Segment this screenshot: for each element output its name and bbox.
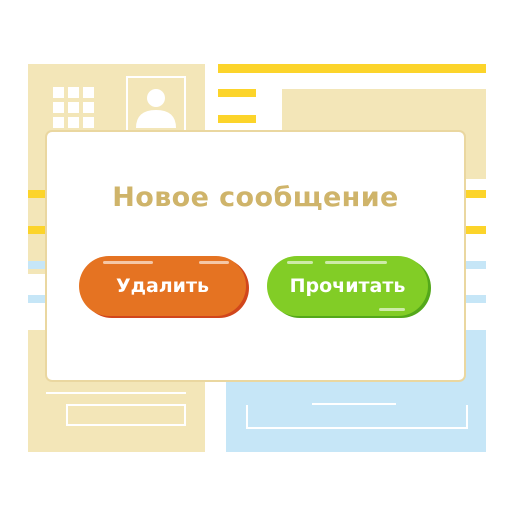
new-message-dialog: Новое сообщение Удалить Прочитать — [45, 130, 466, 382]
top-bar — [218, 64, 486, 73]
stripe-right-3 — [464, 261, 486, 269]
read-button-highlight — [287, 261, 313, 264]
read-button-label: Прочитать — [289, 275, 406, 297]
apps-grid-icon — [50, 84, 100, 130]
delete-button[interactable]: Удалить — [79, 256, 246, 316]
read-button-highlight-3 — [379, 308, 405, 311]
rb-field — [246, 405, 468, 429]
delete-button-label: Удалить — [115, 275, 210, 297]
lb-field — [66, 404, 186, 426]
stripe-right-2 — [464, 226, 486, 234]
user-avatar-icon — [126, 76, 186, 134]
read-button[interactable]: Прочитать — [267, 256, 428, 316]
delete-button-highlight — [103, 261, 153, 264]
read-button-highlight-2 — [325, 261, 387, 264]
stripe-right-4 — [464, 295, 486, 303]
menu-line-2 — [218, 115, 256, 123]
delete-button-highlight-2 — [199, 261, 229, 264]
menu-line-1 — [218, 89, 256, 97]
stripe-right-1 — [464, 190, 486, 198]
lb-line-1 — [46, 392, 186, 394]
dialog-title: Новое сообщение — [112, 182, 399, 213]
